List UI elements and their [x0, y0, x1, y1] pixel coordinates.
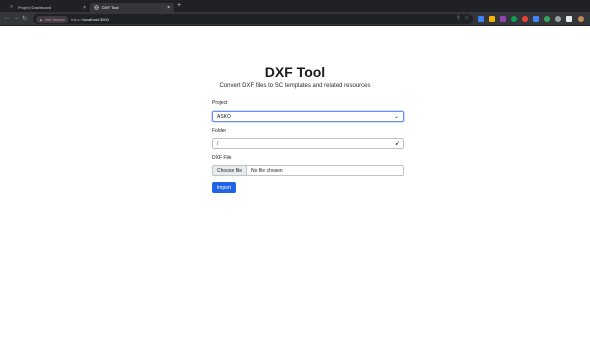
project-select-value: ASKO	[217, 114, 231, 120]
page-title: DXF Tool	[264, 64, 326, 80]
folder-input-value: /	[217, 141, 219, 147]
address-bar[interactable]: ▲ Not Secure https:// localhost:3000 ⇪ ☆	[33, 14, 473, 24]
avatar[interactable]	[578, 16, 584, 22]
extension-icon[interactable]	[533, 16, 539, 22]
project-label: Project	[212, 100, 228, 106]
folder-label: Folder	[212, 128, 227, 134]
share-icon[interactable]: ⇪	[456, 15, 460, 21]
page-subtitle: Convert DXF files to SC templates and re…	[219, 83, 371, 89]
close-icon[interactable]: ×	[167, 5, 170, 11]
extension-icon[interactable]	[511, 16, 517, 22]
new-tab-button[interactable]: +	[177, 2, 181, 9]
bookmark-star-icon[interactable]: ☆	[465, 15, 469, 21]
tab-title: Project Dashboard	[18, 5, 52, 10]
tab-project-dashboard[interactable]: > Project Dashboard ×	[6, 3, 90, 12]
dxf-file-label: DXF File	[212, 155, 232, 161]
url-host: localhost:3000	[83, 16, 109, 22]
security-label: Not Secure	[44, 16, 65, 22]
extension-icon[interactable]	[544, 16, 550, 22]
page-content: DXF Tool Convert DXF files to SC templat…	[0, 27, 590, 363]
mouse-pointer-icon: ➹	[394, 141, 400, 147]
back-icon[interactable]: ←	[4, 15, 10, 21]
forward-icon[interactable]: →	[13, 15, 19, 21]
terminal-icon: >	[10, 4, 13, 10]
project-select[interactable]: ASKO ⌄	[212, 111, 404, 122]
warning-icon: ▲	[39, 16, 43, 22]
file-status: No file chosen	[251, 168, 283, 174]
reload-icon[interactable]: ↻	[22, 15, 27, 22]
sidebar-icon[interactable]	[566, 16, 572, 22]
browser-tab-bar: > Project Dashboard × DXF Tool × +	[0, 0, 590, 12]
tab-title: DXF Tool	[102, 5, 119, 10]
puzzle-icon[interactable]	[555, 16, 561, 22]
url-scheme: https://	[70, 16, 83, 22]
extension-icon[interactable]	[522, 16, 528, 22]
extension-icon[interactable]	[500, 16, 506, 22]
globe-icon	[94, 5, 99, 10]
dxf-file-input[interactable]: Choose file No file chosen	[212, 165, 404, 176]
extension-icon[interactable]	[478, 16, 484, 22]
close-icon[interactable]: ×	[83, 5, 86, 11]
tab-dxf-tool[interactable]: DXF Tool ×	[90, 3, 174, 12]
import-button[interactable]: Import	[212, 182, 236, 193]
extension-icon[interactable]	[489, 16, 495, 22]
browser-toolbar: ← → ↻ ▲ Not Secure https:// localhost:30…	[0, 12, 590, 26]
folder-input[interactable]: / ➹	[212, 138, 404, 149]
choose-file-button[interactable]: Choose file	[213, 166, 248, 175]
chevron-down-icon: ⌄	[393, 114, 399, 120]
security-indicator[interactable]: ▲ Not Secure	[36, 15, 68, 23]
